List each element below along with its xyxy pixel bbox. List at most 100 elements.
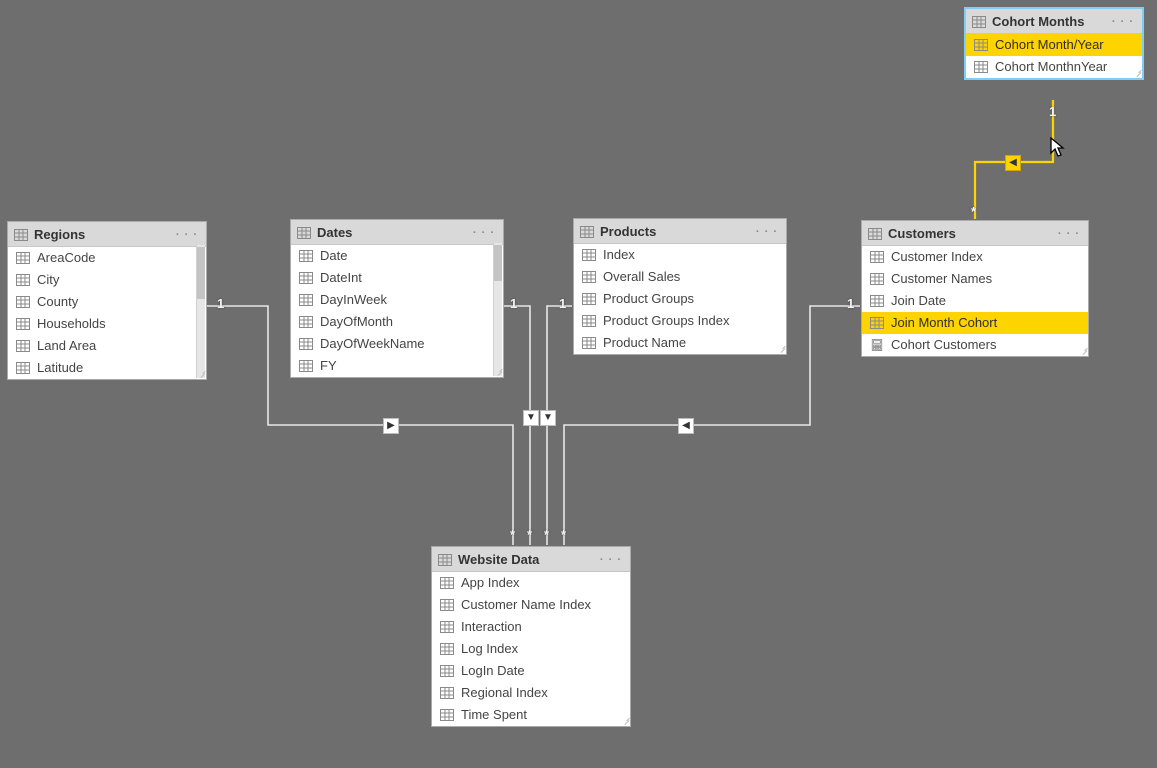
field-item[interactable]: City bbox=[8, 269, 206, 291]
cardinality-many: * bbox=[544, 527, 549, 542]
field-label: DayOfWeekName bbox=[320, 336, 425, 352]
field-label: DayInWeek bbox=[320, 292, 387, 308]
column-icon bbox=[870, 295, 884, 307]
field-item[interactable]: AreaCode bbox=[8, 247, 206, 269]
resize-grip[interactable] bbox=[776, 344, 785, 353]
cardinality-one: 1 bbox=[847, 296, 854, 311]
table-header[interactable]: Regions · · · bbox=[8, 222, 206, 247]
field-item[interactable]: Overall Sales bbox=[574, 266, 786, 288]
field-item[interactable]: Latitude bbox=[8, 357, 206, 379]
field-item[interactable]: Customer Name Index bbox=[432, 594, 630, 616]
field-label: Log Index bbox=[461, 641, 518, 657]
field-label: Join Date bbox=[891, 293, 946, 309]
field-label: Product Groups bbox=[603, 291, 694, 307]
field-item[interactable]: Log Index bbox=[432, 638, 630, 660]
table-header[interactable]: Products · · · bbox=[574, 219, 786, 244]
cardinality-many: * bbox=[971, 204, 976, 219]
resize-grip[interactable] bbox=[1132, 68, 1141, 77]
cardinality-one: 1 bbox=[1049, 104, 1056, 119]
field-item[interactable]: Join Date bbox=[862, 290, 1088, 312]
column-icon bbox=[582, 315, 596, 327]
table-icon bbox=[297, 227, 311, 239]
field-item[interactable]: FY bbox=[291, 355, 503, 377]
table-title: Regions bbox=[34, 227, 176, 242]
scrollbar-thumb[interactable] bbox=[494, 245, 502, 281]
resize-grip[interactable] bbox=[493, 367, 502, 376]
table-menu-button[interactable]: · · · bbox=[600, 555, 622, 565]
table-menu-button[interactable]: · · · bbox=[1112, 17, 1134, 27]
table-products[interactable]: Products · · · IndexOverall Sales Product… bbox=[573, 218, 787, 355]
field-item[interactable]: DayOfMonth bbox=[291, 311, 503, 333]
column-icon bbox=[16, 318, 30, 330]
column-icon bbox=[16, 296, 30, 308]
field-item[interactable]: Product Groups Index bbox=[574, 310, 786, 332]
table-menu-button[interactable]: · · · bbox=[1058, 229, 1080, 239]
table-header[interactable]: Dates · · · bbox=[291, 220, 503, 245]
table-header[interactable]: Cohort Months · · · bbox=[966, 9, 1142, 34]
table-cohort-months[interactable]: Cohort Months · · · Cohort Month/YearCoh… bbox=[964, 7, 1144, 80]
field-label: Cohort Customers bbox=[891, 337, 996, 353]
field-item[interactable]: Land Area bbox=[8, 335, 206, 357]
column-icon bbox=[440, 709, 454, 721]
scrollbar[interactable] bbox=[196, 245, 205, 378]
table-menu-button[interactable]: · · · bbox=[473, 228, 495, 238]
table-dates[interactable]: Dates · · · Date DateInt DayInWeek DayOfMon… bbox=[290, 219, 504, 378]
column-icon bbox=[582, 337, 596, 349]
resize-grip[interactable] bbox=[620, 716, 629, 725]
field-item[interactable]: App Index bbox=[432, 572, 630, 594]
cardinality-one: 1 bbox=[559, 296, 566, 311]
field-label: LogIn Date bbox=[461, 663, 525, 679]
column-icon bbox=[16, 362, 30, 374]
scrollbar-thumb[interactable] bbox=[197, 247, 205, 299]
scrollbar[interactable] bbox=[493, 243, 502, 376]
table-title: Customers bbox=[888, 226, 1058, 241]
field-label: City bbox=[37, 272, 59, 288]
field-label: Date bbox=[320, 248, 347, 264]
field-item[interactable]: Customer Names bbox=[862, 268, 1088, 290]
field-label: Land Area bbox=[37, 338, 96, 354]
field-item[interactable]: Time Spent bbox=[432, 704, 630, 726]
filter-arrow-icon: ▼ bbox=[523, 410, 539, 426]
table-customers[interactable]: Customers · · · Customer Index Customer N… bbox=[861, 220, 1089, 357]
field-label: DayOfMonth bbox=[320, 314, 393, 330]
column-icon bbox=[16, 340, 30, 352]
field-item[interactable]: Cohort MonthnYear bbox=[966, 56, 1142, 78]
field-item[interactable]: Households bbox=[8, 313, 206, 335]
table-menu-button[interactable]: · · · bbox=[756, 227, 778, 237]
field-item[interactable]: Cohort Month/Year bbox=[966, 34, 1142, 56]
table-icon bbox=[868, 228, 882, 240]
field-item[interactable]: Cohort Customers bbox=[862, 334, 1088, 356]
column-icon bbox=[299, 338, 313, 350]
field-item[interactable]: Regional Index bbox=[432, 682, 630, 704]
field-label: FY bbox=[320, 358, 337, 374]
table-menu-button[interactable]: · · · bbox=[176, 230, 198, 240]
cardinality-many: * bbox=[510, 527, 515, 542]
field-item[interactable]: Date bbox=[291, 245, 503, 267]
field-item[interactable]: DateInt bbox=[291, 267, 503, 289]
table-header[interactable]: Customers · · · bbox=[862, 221, 1088, 246]
field-item[interactable]: LogIn Date bbox=[432, 660, 630, 682]
resize-grip[interactable] bbox=[196, 369, 205, 378]
table-regions[interactable]: Regions · · · AreaCode City CountyHousehol… bbox=[7, 221, 207, 380]
field-item[interactable]: Interaction bbox=[432, 616, 630, 638]
field-item[interactable]: DayOfWeekName bbox=[291, 333, 503, 355]
model-canvas[interactable]: { "tables": { "regions": { "title": "Reg… bbox=[0, 0, 1157, 768]
field-item[interactable]: DayInWeek bbox=[291, 289, 503, 311]
field-item[interactable]: Customer Index bbox=[862, 246, 1088, 268]
field-list: IndexOverall Sales Product Groups Product … bbox=[574, 244, 786, 354]
field-item[interactable]: Product Groups bbox=[574, 288, 786, 310]
field-label: Customer Name Index bbox=[461, 597, 591, 613]
table-icon bbox=[14, 229, 28, 241]
cursor-icon bbox=[1050, 137, 1066, 159]
table-header[interactable]: Website Data · · · bbox=[432, 547, 630, 572]
resize-grip[interactable] bbox=[1078, 346, 1087, 355]
field-item[interactable]: Index bbox=[574, 244, 786, 266]
field-item[interactable]: County bbox=[8, 291, 206, 313]
field-label: Product Name bbox=[603, 335, 686, 351]
field-item[interactable]: Join Month Cohort bbox=[862, 312, 1088, 334]
table-website-data[interactable]: Website Data · · · App Index Customer Nam… bbox=[431, 546, 631, 727]
field-item[interactable]: Product Name bbox=[574, 332, 786, 354]
field-label: Customer Index bbox=[891, 249, 983, 265]
column-icon bbox=[440, 665, 454, 677]
column-icon bbox=[440, 643, 454, 655]
